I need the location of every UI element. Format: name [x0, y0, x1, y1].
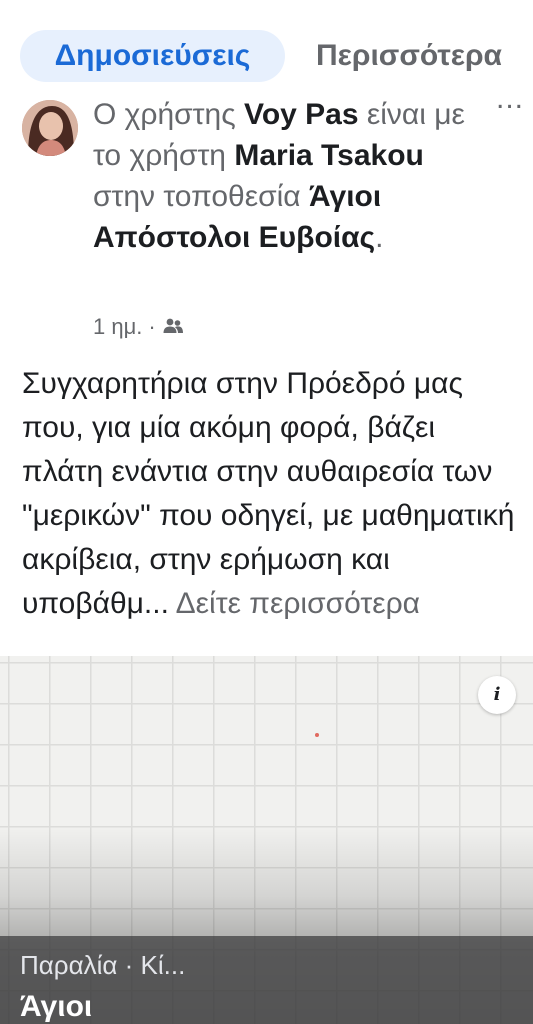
place-card[interactable]: Παραλία · Κί... Άγιοι: [0, 936, 533, 1024]
more-options-icon[interactable]: ...: [496, 100, 524, 116]
avatar[interactable]: [22, 100, 78, 156]
post-meta: 1 ημ. ·: [93, 314, 184, 340]
place-name: Άγιοι: [20, 990, 93, 1023]
header-period: .: [375, 221, 384, 254]
tab-posts[interactable]: Δημοσιεύσεις: [20, 30, 285, 82]
tagged-user[interactable]: Maria Tsakou: [234, 139, 424, 172]
author-name[interactable]: Voy Pas: [244, 100, 359, 131]
post-body: Συγχαρητήρια στην Πρόεδρό μας που, για μ…: [22, 362, 522, 626]
map-preview[interactable]: i Παραλία · Κί... Άγιοι: [0, 656, 533, 1024]
post-header: Ο χρήστης Voy Pas είναι με το χρήστη Mar…: [93, 100, 493, 258]
post-card: Ο χρήστης Voy Pas είναι με το χρήστη Mar…: [0, 100, 533, 656]
friends-icon[interactable]: [162, 314, 184, 340]
info-icon[interactable]: i: [478, 676, 516, 714]
see-more-link[interactable]: Δείτε περισσότερα: [176, 587, 420, 620]
post-time[interactable]: 1 ημ.: [93, 314, 142, 340]
meta-separator: ·: [148, 314, 156, 339]
profile-tabs: Δημοσιεύσεις Περισσότερα: [0, 12, 533, 100]
post-text: Συγχαρητήρια στην Πρόεδρό μας που, για μ…: [22, 367, 515, 620]
tab-more[interactable]: Περισσότερα: [316, 30, 502, 82]
header-mid2: στην τοποθεσία: [93, 180, 301, 213]
header-prefix: Ο χρήστης: [93, 100, 236, 131]
place-category: Παραλία · Κί...: [20, 950, 186, 980]
